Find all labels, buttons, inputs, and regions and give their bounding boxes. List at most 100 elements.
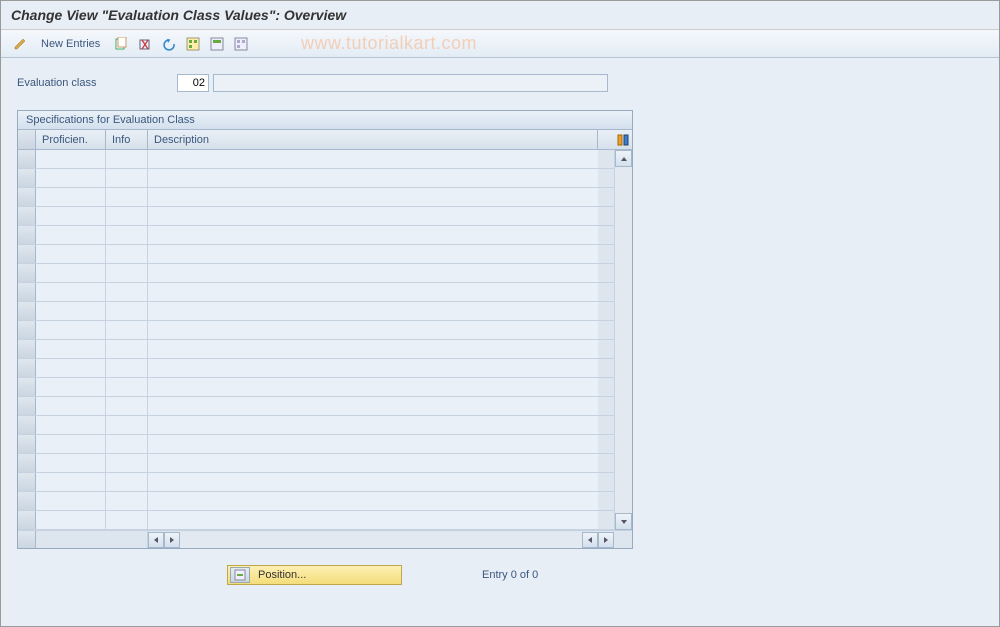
cell-info[interactable] xyxy=(106,416,148,434)
cell-info[interactable] xyxy=(106,207,148,225)
table-row[interactable] xyxy=(18,264,614,283)
cell-info[interactable] xyxy=(106,340,148,358)
table-row[interactable] xyxy=(18,188,614,207)
scroll-right2-icon[interactable] xyxy=(598,532,614,548)
table-row[interactable] xyxy=(18,245,614,264)
deselect-all-icon[interactable] xyxy=(232,35,250,53)
table-row[interactable] xyxy=(18,454,614,473)
row-selector[interactable] xyxy=(18,302,36,320)
cell-proficiency[interactable] xyxy=(36,416,106,434)
cell-proficiency[interactable] xyxy=(36,169,106,187)
evaluation-class-input[interactable] xyxy=(177,74,209,92)
row-selector[interactable] xyxy=(18,340,36,358)
row-selector[interactable] xyxy=(18,207,36,225)
cell-proficiency[interactable] xyxy=(36,302,106,320)
row-selector[interactable] xyxy=(18,397,36,415)
cell-description[interactable] xyxy=(148,492,598,510)
cell-info[interactable] xyxy=(106,169,148,187)
select-block-icon[interactable] xyxy=(208,35,226,53)
cell-proficiency[interactable] xyxy=(36,188,106,206)
cell-description[interactable] xyxy=(148,397,598,415)
row-selector[interactable] xyxy=(18,264,36,282)
cell-description[interactable] xyxy=(148,302,598,320)
row-selector[interactable] xyxy=(18,188,36,206)
table-row[interactable] xyxy=(18,226,614,245)
row-selector[interactable] xyxy=(18,378,36,396)
cell-info[interactable] xyxy=(106,454,148,472)
cell-description[interactable] xyxy=(148,150,598,168)
column-description[interactable]: Description xyxy=(148,130,598,149)
edit-icon[interactable] xyxy=(11,35,29,53)
row-selector[interactable] xyxy=(18,226,36,244)
cell-description[interactable] xyxy=(148,473,598,491)
cell-description[interactable] xyxy=(148,511,598,529)
table-row[interactable] xyxy=(18,321,614,340)
scroll-left2-icon[interactable] xyxy=(582,532,598,548)
cell-proficiency[interactable] xyxy=(36,397,106,415)
cell-info[interactable] xyxy=(106,245,148,263)
cell-description[interactable] xyxy=(148,378,598,396)
undo-icon[interactable] xyxy=(160,35,178,53)
cell-proficiency[interactable] xyxy=(36,340,106,358)
cell-info[interactable] xyxy=(106,188,148,206)
cell-proficiency[interactable] xyxy=(36,321,106,339)
cell-proficiency[interactable] xyxy=(36,283,106,301)
cell-proficiency[interactable] xyxy=(36,207,106,225)
cell-info[interactable] xyxy=(106,359,148,377)
cell-description[interactable] xyxy=(148,207,598,225)
table-row[interactable] xyxy=(18,511,614,530)
select-all-icon[interactable] xyxy=(184,35,202,53)
copy-icon[interactable] xyxy=(112,35,130,53)
table-row[interactable] xyxy=(18,302,614,321)
cell-description[interactable] xyxy=(148,359,598,377)
header-selector[interactable] xyxy=(18,130,36,149)
row-selector[interactable] xyxy=(18,416,36,434)
cell-info[interactable] xyxy=(106,302,148,320)
row-selector[interactable] xyxy=(18,511,36,529)
cell-proficiency[interactable] xyxy=(36,492,106,510)
cell-proficiency[interactable] xyxy=(36,454,106,472)
cell-description[interactable] xyxy=(148,188,598,206)
scroll-up-icon[interactable] xyxy=(615,150,632,167)
cell-description[interactable] xyxy=(148,169,598,187)
cell-info[interactable] xyxy=(106,226,148,244)
horizontal-scrollbar[interactable] xyxy=(18,530,632,548)
cell-description[interactable] xyxy=(148,435,598,453)
table-row[interactable] xyxy=(18,416,614,435)
cell-proficiency[interactable] xyxy=(36,378,106,396)
table-row[interactable] xyxy=(18,378,614,397)
table-row[interactable] xyxy=(18,435,614,454)
table-row[interactable] xyxy=(18,207,614,226)
cell-proficiency[interactable] xyxy=(36,226,106,244)
cell-info[interactable] xyxy=(106,264,148,282)
cell-proficiency[interactable] xyxy=(36,359,106,377)
table-row[interactable] xyxy=(18,340,614,359)
table-row[interactable] xyxy=(18,473,614,492)
cell-info[interactable] xyxy=(106,473,148,491)
table-row[interactable] xyxy=(18,150,614,169)
cell-proficiency[interactable] xyxy=(36,511,106,529)
cell-proficiency[interactable] xyxy=(36,473,106,491)
row-selector[interactable] xyxy=(18,473,36,491)
row-selector[interactable] xyxy=(18,492,36,510)
delete-icon[interactable] xyxy=(136,35,154,53)
table-row[interactable] xyxy=(18,359,614,378)
cell-description[interactable] xyxy=(148,226,598,244)
cell-info[interactable] xyxy=(106,378,148,396)
column-proficiency[interactable]: Proficien. xyxy=(36,130,106,149)
configure-columns-icon[interactable] xyxy=(614,130,632,149)
cell-info[interactable] xyxy=(106,435,148,453)
new-entries-button[interactable]: New Entries xyxy=(35,38,106,50)
cell-proficiency[interactable] xyxy=(36,245,106,263)
cell-description[interactable] xyxy=(148,416,598,434)
scroll-right-icon[interactable] xyxy=(164,532,180,548)
cell-info[interactable] xyxy=(106,397,148,415)
table-row[interactable] xyxy=(18,397,614,416)
cell-description[interactable] xyxy=(148,283,598,301)
evaluation-class-desc-input[interactable] xyxy=(213,74,608,92)
cell-proficiency[interactable] xyxy=(36,150,106,168)
cell-info[interactable] xyxy=(106,511,148,529)
row-selector[interactable] xyxy=(18,150,36,168)
scroll-down-icon[interactable] xyxy=(615,513,632,530)
vertical-scrollbar[interactable] xyxy=(614,150,632,530)
